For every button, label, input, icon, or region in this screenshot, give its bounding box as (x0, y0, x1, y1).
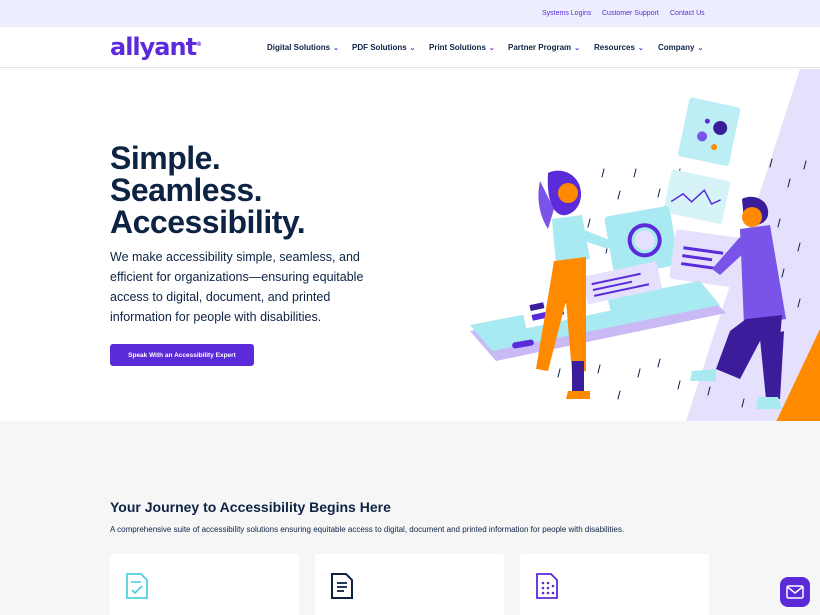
feature-card[interactable] (520, 554, 709, 615)
chevron-down-icon: ⌄ (409, 45, 416, 52)
contact-us-link[interactable]: Contact Us (670, 10, 705, 17)
nav-item-company[interactable]: Company ⌄ (658, 43, 703, 52)
nav-item-digital-solutions[interactable]: Digital Solutions ⌄ (267, 43, 339, 52)
nav-item-label: PDF Solutions (352, 43, 407, 52)
logo[interactable]: allyant® (110, 33, 202, 61)
nav-item-label: Resources (594, 43, 635, 52)
nav-item-label: Digital Solutions (267, 43, 331, 52)
main-nav: allyant® Digital Solutions ⌄ PDF Solution… (0, 27, 820, 68)
document-check-icon (126, 573, 148, 599)
logo-registered-mark: ® (196, 41, 203, 48)
hero-section: Simple. Seamless. Accessibility. We make… (0, 69, 820, 421)
nav-item-resources[interactable]: Resources ⌄ (594, 43, 644, 52)
chevron-down-icon: ⌄ (333, 45, 339, 52)
chat-button[interactable] (780, 577, 810, 607)
feature-card[interactable] (110, 554, 299, 615)
systems-logins-link[interactable]: Systems Logins (542, 10, 591, 17)
floating-panel-chart (663, 169, 731, 224)
nav-item-print-solutions[interactable]: Print Solutions ⌄ (429, 43, 495, 52)
utility-bar: Systems Logins Customer Support Contact … (0, 0, 820, 27)
braille-document-icon (536, 573, 558, 599)
chevron-down-icon: ⌄ (488, 45, 495, 52)
customer-support-link[interactable]: Customer Support (602, 10, 659, 17)
hero-illustration (470, 69, 820, 421)
chevron-down-icon: ⌄ (574, 45, 581, 52)
envelope-icon (786, 585, 804, 599)
nav-item-pdf-solutions[interactable]: PDF Solutions ⌄ (352, 43, 416, 52)
document-lines-icon (331, 573, 353, 599)
nav-item-partner-program[interactable]: Partner Program ⌄ (508, 43, 580, 52)
section-subtitle: A comprehensive suite of accessibility s… (110, 525, 625, 534)
feature-card[interactable] (315, 554, 504, 615)
chevron-down-icon: ⌄ (697, 45, 704, 52)
section-title: Your Journey to Accessibility Begins Her… (110, 499, 391, 515)
nav-item-label: Company (658, 43, 695, 52)
chevron-down-icon: ⌄ (637, 45, 644, 52)
nav-item-label: Partner Program (508, 43, 572, 52)
nav-item-label: Print Solutions (429, 43, 486, 52)
logo-text: allyant (110, 33, 197, 61)
features-section: Your Journey to Accessibility Begins Her… (0, 421, 820, 615)
floating-panel-dots (678, 97, 741, 166)
